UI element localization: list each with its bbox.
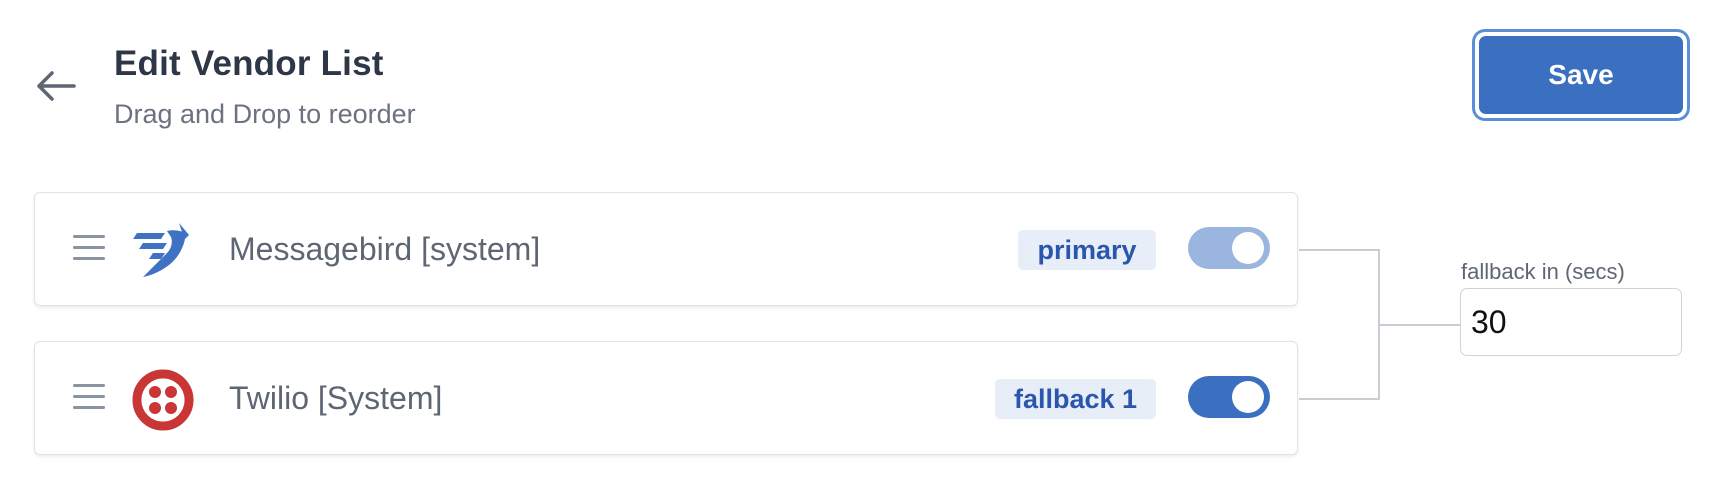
fallback-connector bbox=[1299, 249, 1460, 400]
twilio-logo bbox=[132, 369, 194, 431]
fallback-label: fallback in (secs) bbox=[1461, 259, 1625, 284]
edit-vendor-list-page: Edit Vendor List Drag and Drop to reorde… bbox=[0, 0, 1714, 490]
fallback-seconds-input[interactable] bbox=[1460, 288, 1682, 356]
drag-handle-icon[interactable] bbox=[73, 384, 105, 412]
vendor-enabled-toggle[interactable] bbox=[1188, 227, 1270, 269]
toggle-knob bbox=[1232, 381, 1264, 413]
vendor-card-twilio[interactable]: Twilio [System] fallback 1 bbox=[34, 341, 1298, 455]
vendor-enabled-toggle[interactable] bbox=[1188, 376, 1270, 418]
vendor-role-badge: fallback 1 bbox=[995, 379, 1156, 419]
save-button-label: Save bbox=[1479, 36, 1683, 114]
page-title: Edit Vendor List bbox=[114, 44, 384, 83]
toggle-knob bbox=[1232, 232, 1264, 264]
vendor-card-messagebird[interactable]: Messagebird [system] primary bbox=[34, 192, 1298, 306]
vendor-role-badge: primary bbox=[1018, 230, 1156, 270]
save-button[interactable]: Save bbox=[1475, 32, 1687, 118]
back-button[interactable] bbox=[30, 64, 82, 108]
arrow-left-icon bbox=[37, 71, 76, 101]
messagebird-logo bbox=[133, 223, 189, 277]
vendor-name: Twilio [System] bbox=[229, 380, 443, 416]
page-subtitle: Drag and Drop to reorder bbox=[114, 99, 416, 129]
vendor-name: Messagebird [system] bbox=[229, 231, 541, 267]
drag-handle-icon[interactable] bbox=[73, 235, 105, 263]
